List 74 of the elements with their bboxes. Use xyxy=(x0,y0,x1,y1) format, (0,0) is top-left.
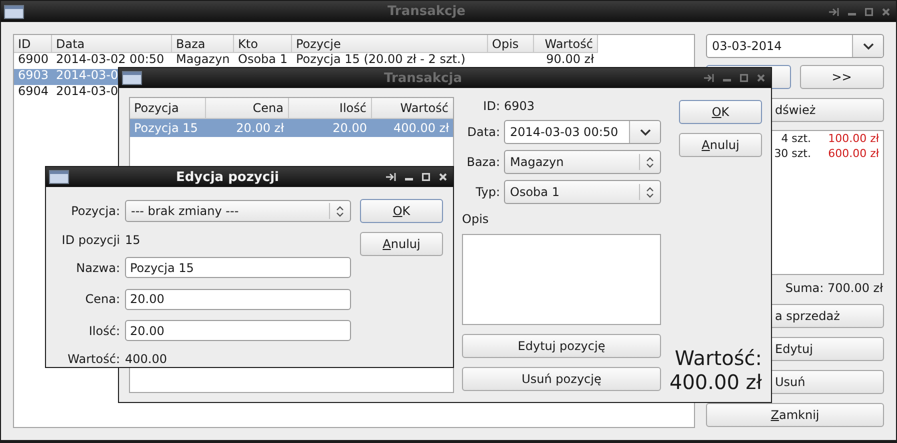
table-cell: 400.00 zł xyxy=(371,118,453,136)
field-label: Pozycja: xyxy=(70,204,120,218)
table-cell: 20.00 zł xyxy=(205,118,288,136)
window-title: Transakcja xyxy=(383,70,463,86)
column-header[interactable]: Kto xyxy=(234,35,292,53)
dropdown[interactable]: Osoba 1 xyxy=(504,180,661,204)
window-title: Transakcje xyxy=(386,4,466,19)
id-value: 6903 xyxy=(504,99,535,113)
table-cell: 6900 xyxy=(18,52,49,66)
column-header[interactable]: Pozycja xyxy=(130,98,205,118)
cancel-button[interactable]: Anuluj xyxy=(679,133,762,157)
field-label: Cena: xyxy=(84,292,120,306)
field-label: ID: xyxy=(482,99,500,113)
input-field[interactable]: Pozycja 15 xyxy=(125,257,351,278)
window-title: Edycja pozycji xyxy=(174,170,280,184)
field-label: Baza: xyxy=(466,155,500,169)
column-header[interactable]: Baza xyxy=(172,35,234,53)
field-label: Nazwa: xyxy=(75,260,120,275)
quantity-text: 30 szt. xyxy=(774,147,811,162)
column-header[interactable]: Opis xyxy=(488,35,534,53)
amount-text: 100.00 zł xyxy=(827,132,879,147)
nav-button[interactable]: >> xyxy=(800,65,884,89)
field-label: Opis xyxy=(462,212,490,228)
value-text: 400.00 xyxy=(125,352,168,366)
date-combo[interactable]: 2014-03-03 00:50 xyxy=(504,120,661,144)
ok-button[interactable]: OK xyxy=(679,100,762,124)
item-button[interactable]: Usuń pozycję xyxy=(462,367,661,391)
column-header[interactable]: Ilość xyxy=(288,98,371,118)
action-button[interactable]: Zamknij xyxy=(706,403,884,427)
table-cell: 2014-03-0 xyxy=(56,68,118,82)
table-cell: Pozycja 15 xyxy=(130,118,205,136)
column-header[interactable]: Pozycje xyxy=(292,35,488,53)
up-down-icon xyxy=(336,206,344,217)
date-combo[interactable]: 03-03-2014 xyxy=(706,34,884,58)
dropdown[interactable]: --- brak zmiany --- xyxy=(125,200,351,222)
input-field[interactable]: 20.00 xyxy=(125,320,351,342)
field-label: ID pozycji xyxy=(60,232,120,247)
field-label: Data: xyxy=(466,125,500,139)
window-icon xyxy=(49,170,69,184)
table-cell: 6903 xyxy=(18,68,49,82)
table-row[interactable]: 6900 2014-03-02 00:50 Magazyn Osoba 1 Pozycja 15 (20.00 zł - 2 szt.) 90.00 zł xyxy=(14,53,598,69)
ok-button[interactable]: OK xyxy=(360,199,443,223)
cancel-button[interactable]: Anuluj xyxy=(360,232,443,256)
column-header[interactable]: Data xyxy=(52,35,172,53)
table-cell: Magazyn xyxy=(176,52,230,66)
value-text: 15 xyxy=(125,232,142,247)
input-field[interactable]: 20.00 xyxy=(125,288,351,310)
chevron-icon xyxy=(862,42,874,50)
up-down-icon xyxy=(646,156,654,168)
table-cell: 2014-03-02 00:50 xyxy=(56,52,164,66)
table-cell: 90.00 zł xyxy=(546,52,594,66)
table-cell: Pozycja 15 (20.00 zł - 2 szt.) xyxy=(296,52,466,66)
description-field[interactable] xyxy=(462,234,661,325)
table-row[interactable]: 6904 2014-03-0 xyxy=(14,85,122,101)
column-header[interactable]: ID xyxy=(14,35,52,53)
table-cell: Osoba 1 xyxy=(238,52,288,66)
item-button[interactable]: Edytuj pozycję xyxy=(462,334,661,358)
table-cell: 20.00 xyxy=(288,118,371,136)
chevron-icon xyxy=(640,128,650,136)
table-cell: 2014-03-0 xyxy=(56,84,118,98)
field-label: Typ: xyxy=(474,185,500,199)
up-down-icon xyxy=(646,186,654,198)
column-header[interactable]: Cena xyxy=(205,98,288,118)
field-label: Wartość: xyxy=(66,352,120,366)
window-icon xyxy=(4,4,24,18)
field-label: Ilość: xyxy=(88,324,120,338)
window-icon xyxy=(122,71,142,85)
column-header[interactable]: Wartość xyxy=(371,98,453,118)
quantity-text: 4 szt. xyxy=(781,132,811,147)
amount-text: 600.00 zł xyxy=(827,147,879,162)
column-header[interactable]: Wartość xyxy=(534,35,598,53)
total-text: Suma: 700.00 zł xyxy=(784,281,884,296)
table-cell: 6904 xyxy=(18,84,49,98)
dropdown[interactable]: Magazyn xyxy=(504,150,661,174)
